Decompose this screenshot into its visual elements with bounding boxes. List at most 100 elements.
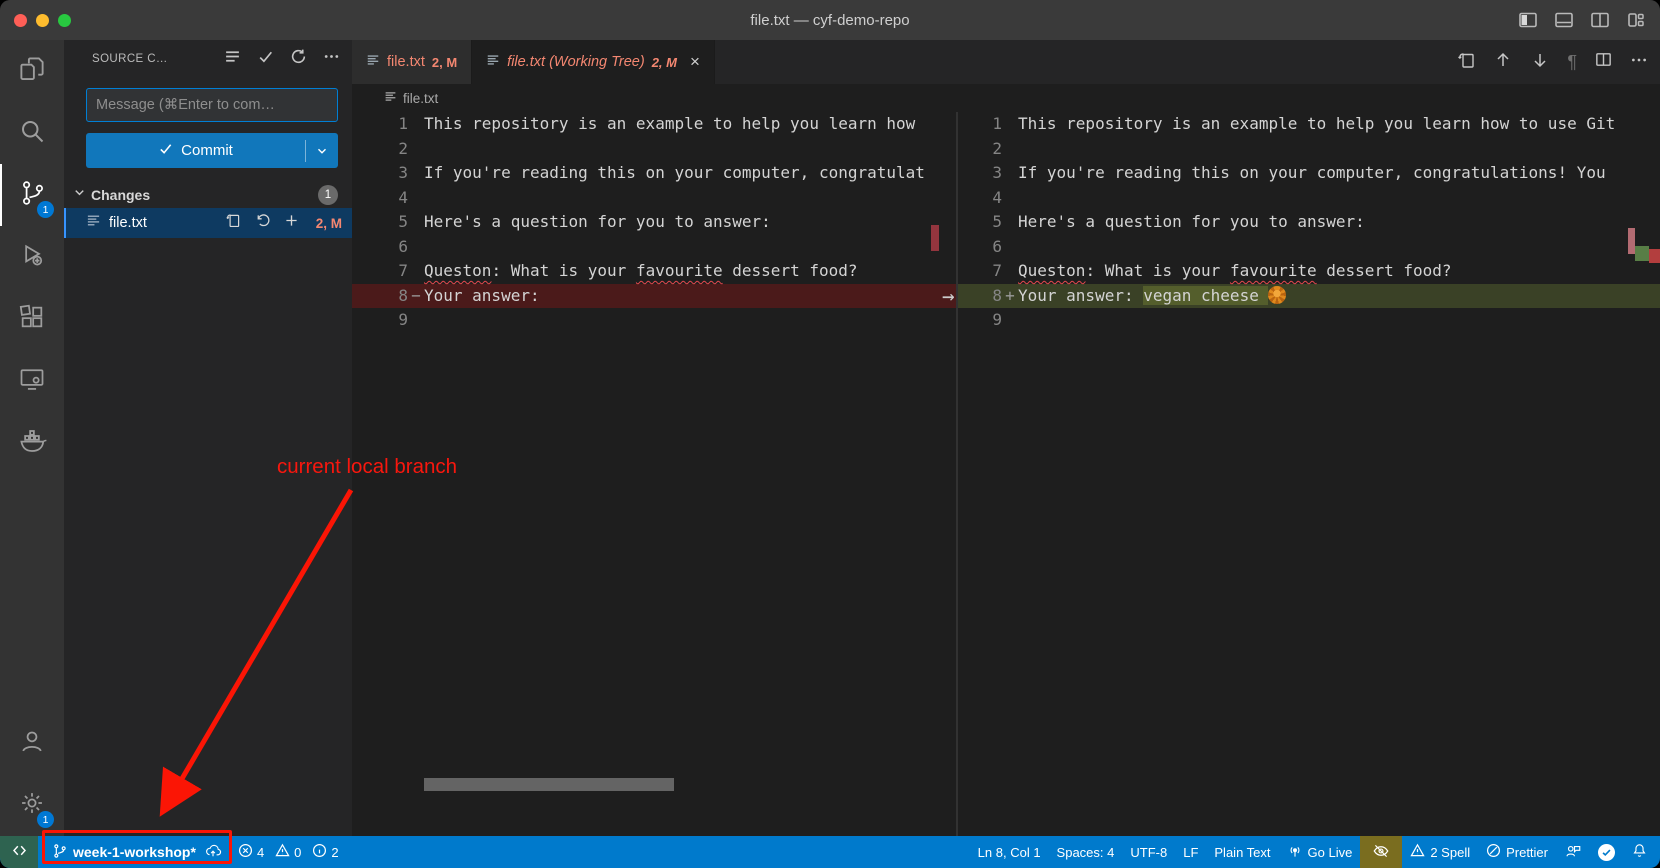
eol-item[interactable]: LF [1175, 836, 1206, 868]
code-line-2[interactable]: 2 [958, 137, 1660, 162]
diff-modified-pane[interactable]: 1This repository is an example to help y… [958, 112, 1660, 836]
commit-dropdown-button[interactable] [306, 144, 338, 158]
run-debug-icon [18, 241, 46, 274]
open-file-icon[interactable] [225, 212, 242, 234]
error-count: 4 [257, 845, 264, 860]
code-line-8[interactable]: 8−Your answer: [352, 284, 956, 309]
code-line-1[interactable]: 1This repository is an example to help y… [958, 112, 1660, 137]
notifications-item[interactable] [1623, 836, 1660, 868]
tab-file-txt[interactable]: file.txt 2, M [352, 40, 472, 84]
code-line-4[interactable]: 4 [958, 186, 1660, 211]
activity-run-debug[interactable] [0, 226, 64, 288]
activity-accounts[interactable] [0, 712, 64, 774]
diff-sign [1002, 137, 1018, 162]
tab-file-txt-working-tree[interactable]: file.txt (Working Tree) 2, M × [472, 40, 715, 84]
activity-search[interactable] [0, 102, 64, 164]
spell-checker-toggle-item[interactable] [1360, 836, 1402, 868]
text-segment: This repository is an example to help yo… [1018, 114, 1615, 133]
line-text: Here's a question for you to answer: [424, 210, 956, 235]
sync-status-item[interactable] [1590, 836, 1623, 868]
diff-original-pane[interactable]: 1This repository is an example to help y… [352, 112, 956, 836]
line-text: Here's a question for you to answer: [1018, 210, 1660, 235]
view-as-list-icon[interactable] [224, 48, 241, 70]
cursor-position-item[interactable]: Ln 8, Col 1 [970, 836, 1049, 868]
diff-sign [1002, 186, 1018, 211]
remote-indicator[interactable] [0, 836, 38, 868]
code-line-3[interactable]: 3If you're reading this on your computer… [958, 161, 1660, 186]
activity-remote-explorer[interactable] [0, 350, 64, 412]
diff-sign [1002, 210, 1018, 235]
close-window-button[interactable] [14, 14, 27, 27]
horizontal-scrollbar[interactable] [424, 778, 674, 791]
split-editor-layout-icon[interactable] [1590, 10, 1610, 30]
problems-status-item[interactable]: 4 0 2 [230, 836, 354, 868]
minimize-window-button[interactable] [36, 14, 49, 27]
line-text [424, 186, 956, 211]
misspelled-word: Queston [424, 261, 491, 280]
line-text: If you're reading this on your computer,… [1018, 161, 1660, 186]
indentation-item[interactable]: Spaces: 4 [1049, 836, 1123, 868]
previous-change-icon[interactable] [1493, 50, 1513, 75]
text-segment: Here's a question for you to answer: [1018, 212, 1365, 231]
toggle-sidebar-icon[interactable] [1518, 10, 1538, 30]
code-line-9[interactable]: 9 [958, 308, 1660, 333]
eol: LF [1183, 845, 1198, 860]
code-line-6[interactable]: 6 [958, 235, 1660, 260]
spell-problems-item[interactable]: 2 Spell [1402, 836, 1478, 868]
changes-section-header[interactable]: Changes 1 [64, 182, 352, 208]
more-actions-icon[interactable] [1630, 51, 1648, 74]
encoding-item[interactable]: UTF-8 [1122, 836, 1175, 868]
toggle-panel-icon[interactable] [1554, 10, 1574, 30]
commit-button[interactable]: Commit [86, 133, 338, 168]
code-line-6[interactable]: 6 [352, 235, 956, 260]
branch-status-item[interactable]: week-1-workshop* [44, 836, 230, 868]
commit-action-icon[interactable] [257, 48, 274, 70]
discard-changes-icon[interactable] [254, 212, 271, 234]
diff-sign [1002, 161, 1018, 186]
go-live-item[interactable]: Go Live [1279, 836, 1361, 868]
tab-problem-badge: 2, M [652, 55, 677, 70]
activity-explorer[interactable] [0, 40, 64, 102]
code-line-7[interactable]: 7Queston: What is your favourite dessert… [352, 259, 956, 284]
line-text: Your answer: [424, 284, 956, 309]
toggle-whitespace-icon[interactable]: ¶ [1567, 52, 1577, 73]
close-tab-icon[interactable]: × [690, 52, 700, 72]
zoom-window-button[interactable] [58, 14, 71, 27]
breadcrumb[interactable]: file.txt [352, 84, 1660, 112]
changed-file-row[interactable]: file.txt 2, M [64, 208, 352, 238]
line-number: 6 [352, 235, 408, 260]
activity-source-control[interactable]: 1 [0, 164, 64, 226]
check-circle-icon [1598, 844, 1615, 861]
line-text: Queston: What is your favourite dessert … [424, 259, 956, 284]
warning-icon [1410, 843, 1425, 861]
code-line-5[interactable]: 5 Here's a question for you to answer: [352, 210, 956, 235]
diff-sign [408, 161, 424, 186]
code-line-2[interactable]: 2 [352, 137, 956, 162]
customize-layout-icon[interactable] [1626, 10, 1646, 30]
code-line-3[interactable]: 3If you're reading this on your computer… [352, 161, 956, 186]
commit-message-input[interactable]: Message (⌘Enter to com… [86, 88, 338, 122]
code-line-4[interactable]: 4 [352, 186, 956, 211]
open-changes-icon[interactable] [1456, 50, 1476, 75]
text-segment: : What is your [491, 261, 636, 280]
line-number: 5 [352, 210, 408, 235]
activity-settings[interactable]: 1 [0, 774, 64, 836]
language-mode-item[interactable]: Plain Text [1206, 836, 1278, 868]
split-editor-icon[interactable] [1594, 50, 1613, 74]
prettier-item[interactable]: Prettier [1478, 836, 1556, 868]
code-line-5[interactable]: 5Here's a question for you to answer: [958, 210, 1660, 235]
stage-changes-icon[interactable] [283, 212, 300, 234]
refresh-icon[interactable] [290, 48, 307, 70]
feedback-item[interactable] [1556, 836, 1590, 868]
activity-docker[interactable] [0, 412, 64, 474]
more-actions-icon[interactable] [323, 48, 340, 70]
next-change-icon[interactable] [1530, 50, 1550, 75]
diff-sign [408, 259, 424, 284]
line-text [1018, 235, 1660, 260]
code-line-1[interactable]: 1This repository is an example to help y… [352, 112, 956, 137]
code-line-8[interactable]: 8+Your answer: vegan cheese [958, 284, 1660, 309]
code-line-7[interactable]: 7Queston: What is your favourite dessert… [958, 259, 1660, 284]
code-line-9[interactable]: 9 [352, 308, 956, 333]
extensions-icon [18, 303, 46, 336]
activity-extensions[interactable] [0, 288, 64, 350]
